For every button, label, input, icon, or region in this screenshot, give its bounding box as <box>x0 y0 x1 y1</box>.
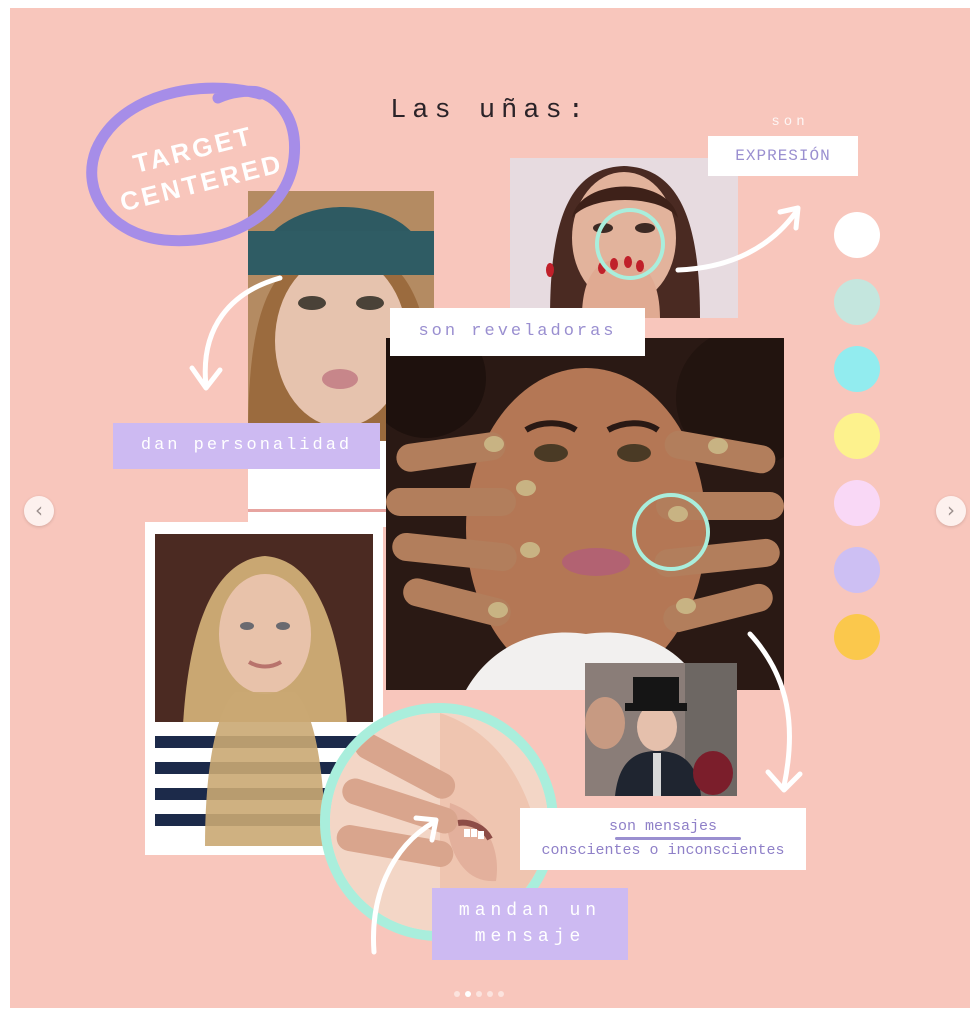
color-swatch <box>834 346 880 392</box>
mensajes-line2: conscientes o inconscientes <box>541 842 785 859</box>
label-son-reveladoras: son reveladoras <box>390 308 645 356</box>
carousel-post: Las uñas: TARGET CENTERED son EXPRESIÓN … <box>10 8 970 1008</box>
label-mandan-un-mensaje: mandan un mensaje <box>432 888 628 960</box>
chevron-left-icon: ‹ <box>35 498 43 522</box>
mandan-line1: mandan un <box>458 901 602 921</box>
arrow-to-mensajes-icon <box>747 631 803 793</box>
carousel-dot[interactable] <box>454 991 460 997</box>
carousel-dot[interactable] <box>498 991 504 997</box>
photo-top-hat <box>585 663 737 796</box>
mensajes-line1: son mensajes <box>608 818 718 835</box>
arrow-to-expresion-icon <box>675 205 801 273</box>
target-centered-badge: TARGET CENTERED <box>80 74 315 249</box>
mandan-line2: mensaje <box>474 927 586 947</box>
label-dan-personalidad: dan personalidad <box>113 423 380 469</box>
carousel-next-button[interactable]: › <box>936 496 966 526</box>
arrow-to-whisper-icon <box>371 815 439 955</box>
carousel-dot[interactable] <box>476 991 482 997</box>
label-son: son <box>771 114 809 130</box>
color-swatch <box>834 212 880 258</box>
color-swatch <box>834 480 880 526</box>
carousel-dot[interactable] <box>487 991 493 997</box>
color-swatch <box>834 279 880 325</box>
label-son-mensajes: son mensajes conscientes o inconscientes <box>520 808 806 870</box>
chevron-right-icon: › <box>947 498 955 522</box>
carousel-dots <box>454 984 544 997</box>
color-swatch <box>834 614 880 660</box>
color-swatch <box>834 547 880 593</box>
carousel-dot[interactable] <box>465 991 471 997</box>
color-swatch <box>834 413 880 459</box>
carousel-prev-button[interactable]: ‹ <box>24 496 54 526</box>
mensajes-underline <box>615 837 741 840</box>
photo-glitter-nails <box>386 338 784 690</box>
highlight-circle-red-nails <box>595 208 665 280</box>
arrow-to-personalidad-icon <box>189 275 283 391</box>
label-expresion: EXPRESIÓN <box>708 136 858 176</box>
highlight-circle-glitter-nail <box>632 493 710 571</box>
